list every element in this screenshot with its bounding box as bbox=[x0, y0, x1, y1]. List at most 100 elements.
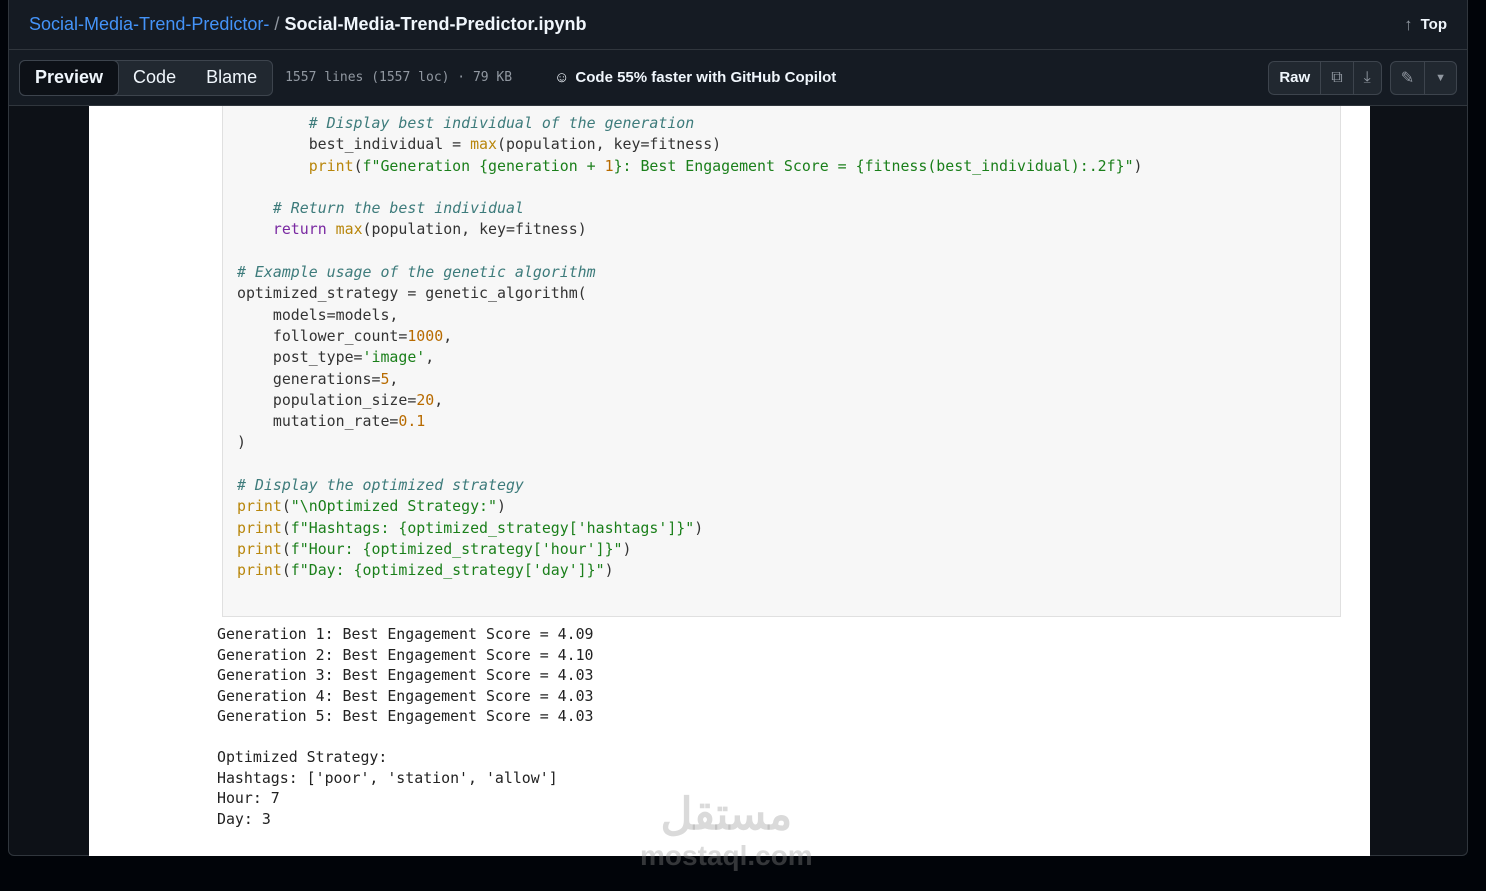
code-token: 'image' bbox=[362, 348, 426, 367]
tab-blame[interactable]: Blame bbox=[191, 61, 272, 95]
edit-pencil-icon[interactable]: ✎ bbox=[1391, 62, 1424, 94]
copilot-icon: ☺ bbox=[554, 69, 570, 86]
top-label: Top bbox=[1420, 16, 1447, 33]
code-line: return max(population, key=fitness) bbox=[237, 219, 1143, 240]
tab-code[interactable]: Code bbox=[118, 61, 191, 95]
watermark-arabic: مستقل bbox=[660, 790, 793, 839]
code-token: print bbox=[237, 518, 282, 537]
code-line: models=models, bbox=[237, 305, 1143, 326]
file-toolbar: Preview Code Blame 1557 lines (1557 loc)… bbox=[9, 50, 1467, 106]
output-line: Generation 1: Best Engagement Score = 4.… bbox=[217, 625, 594, 643]
code-token: f"Hour: {optimized_strategy['hour']}" bbox=[290, 539, 623, 558]
code-token: max bbox=[335, 220, 363, 239]
code-token: , bbox=[434, 390, 444, 409]
code-line: print(f"Hashtags: {optimized_strategy['h… bbox=[237, 518, 1143, 539]
code-token: # Return the best individual bbox=[272, 199, 524, 218]
code-token: , bbox=[443, 326, 453, 345]
code-token: f"Hashtags: {optimized_strategy['hashtag… bbox=[290, 518, 695, 537]
output-line: Hashtags: ['poor', 'station', 'allow'] bbox=[217, 768, 558, 787]
repo-link[interactable]: Social-Media-Trend-Predictor- bbox=[29, 14, 269, 35]
copilot-label: Code 55% faster with GitHub Copilot bbox=[575, 69, 837, 86]
code-token: 1000 bbox=[407, 326, 444, 345]
raw-button[interactable]: Raw bbox=[1269, 62, 1320, 94]
code-line: post_type='image', bbox=[237, 347, 1143, 368]
code-token: ( bbox=[281, 518, 291, 537]
code-token: ) bbox=[622, 539, 632, 558]
tab-preview[interactable]: Preview bbox=[19, 59, 120, 96]
code-token: return bbox=[272, 220, 327, 239]
output-line: Day: 3 bbox=[217, 809, 271, 828]
output-line: Hour: 7 bbox=[217, 789, 280, 807]
copilot-promo[interactable]: ☺ Code 55% faster with GitHub Copilot bbox=[554, 69, 836, 86]
code-line: best_individual = max(population, key=fi… bbox=[237, 134, 1143, 155]
view-mode-switch: Preview Code Blame bbox=[19, 59, 274, 96]
code-token: , bbox=[425, 348, 435, 367]
output-line: Optimized Strategy: bbox=[217, 748, 388, 766]
code-token: ( bbox=[353, 156, 363, 175]
code-token: ) bbox=[694, 518, 704, 537]
code-token: post_type= bbox=[237, 348, 363, 367]
code-block: # Display best individual of the generat… bbox=[237, 113, 1143, 582]
code-token: follower_count= bbox=[237, 326, 408, 345]
code-line: mutation_rate=0.1 bbox=[237, 411, 1143, 432]
output-line: Generation 4: Best Engagement Score = 4.… bbox=[217, 686, 594, 705]
code-line: follower_count=1000, bbox=[237, 326, 1143, 347]
code-token: best_individual = bbox=[237, 135, 471, 154]
code-token: ( bbox=[281, 539, 291, 558]
code-line: # Example usage of the genetic algorithm bbox=[237, 262, 1143, 283]
code-line: # Display best individual of the generat… bbox=[237, 113, 1143, 134]
watermark-latin: mostaql.com bbox=[640, 840, 813, 871]
code-token: , bbox=[389, 369, 399, 388]
top-button[interactable]: ↑ Top bbox=[1404, 15, 1447, 35]
code-cell: # Display best individual of the generat… bbox=[222, 106, 1341, 617]
code-token: mutation_rate= bbox=[237, 412, 399, 431]
output-line: Generation 3: Best Engagement Score = 4.… bbox=[217, 666, 594, 684]
code-token: print bbox=[237, 497, 282, 516]
chevron-down-icon[interactable]: ▼ bbox=[1424, 61, 1456, 94]
code-token: print bbox=[237, 539, 282, 558]
code-token: # Display best individual of the generat… bbox=[308, 114, 695, 132]
mostaql-watermark: مستقل mostaql.com bbox=[640, 790, 813, 872]
code-token: "\nOptimized Strategy:" bbox=[290, 497, 497, 516]
output-line: Generation 2: Best Engagement Score = 4.… bbox=[217, 645, 594, 664]
notebook-preview: # Display best individual of the generat… bbox=[89, 106, 1370, 856]
code-line: # Display the optimized strategy bbox=[237, 475, 1143, 496]
code-token: 1 bbox=[604, 156, 614, 175]
code-token: # Display the optimized strategy bbox=[237, 476, 524, 495]
code-line: ) bbox=[237, 432, 1143, 453]
code-token: }: Best Engagement Score = {fitness(best… bbox=[613, 156, 1134, 175]
code-line: print(f"Hour: {optimized_strategy['hour'… bbox=[237, 539, 1143, 560]
code-token: ) bbox=[1133, 156, 1143, 175]
cell-output: Generation 1: Best Engagement Score = 4.… bbox=[217, 624, 594, 829]
code-token: # Example usage of the genetic algorithm bbox=[237, 263, 596, 282]
code-token: ( bbox=[281, 497, 291, 516]
code-token: (population, key=fitness) bbox=[362, 220, 587, 239]
code-token: models=models, bbox=[237, 305, 399, 324]
code-line: population_size=20, bbox=[237, 390, 1143, 411]
code-token: f"Day: {optimized_strategy['day']}" bbox=[290, 561, 605, 580]
code-token: ( bbox=[281, 561, 291, 580]
download-icon[interactable]: ⤓ bbox=[1352, 61, 1381, 94]
code-token: population_size= bbox=[237, 390, 417, 409]
copy-icon[interactable]: ⧉ bbox=[1320, 61, 1352, 94]
code-token: ) bbox=[604, 561, 614, 580]
code-token: ) bbox=[237, 433, 246, 452]
code-line: optimized_strategy = genetic_algorithm( bbox=[237, 283, 1143, 304]
output-line: Generation 5: Best Engagement Score = 4.… bbox=[217, 707, 594, 725]
code-line: print(f"Generation {generation + 1}: Bes… bbox=[237, 156, 1143, 177]
code-token: print bbox=[237, 561, 282, 580]
code-token: 20 bbox=[416, 390, 435, 409]
code-token: ) bbox=[497, 497, 506, 516]
arrow-up-icon: ↑ bbox=[1404, 14, 1413, 34]
breadcrumb-separator: / bbox=[274, 14, 280, 34]
code-token: f"Generation {generation + bbox=[362, 156, 605, 175]
code-token: print bbox=[308, 156, 354, 175]
code-line: print("\nOptimized Strategy:") bbox=[237, 496, 1143, 517]
